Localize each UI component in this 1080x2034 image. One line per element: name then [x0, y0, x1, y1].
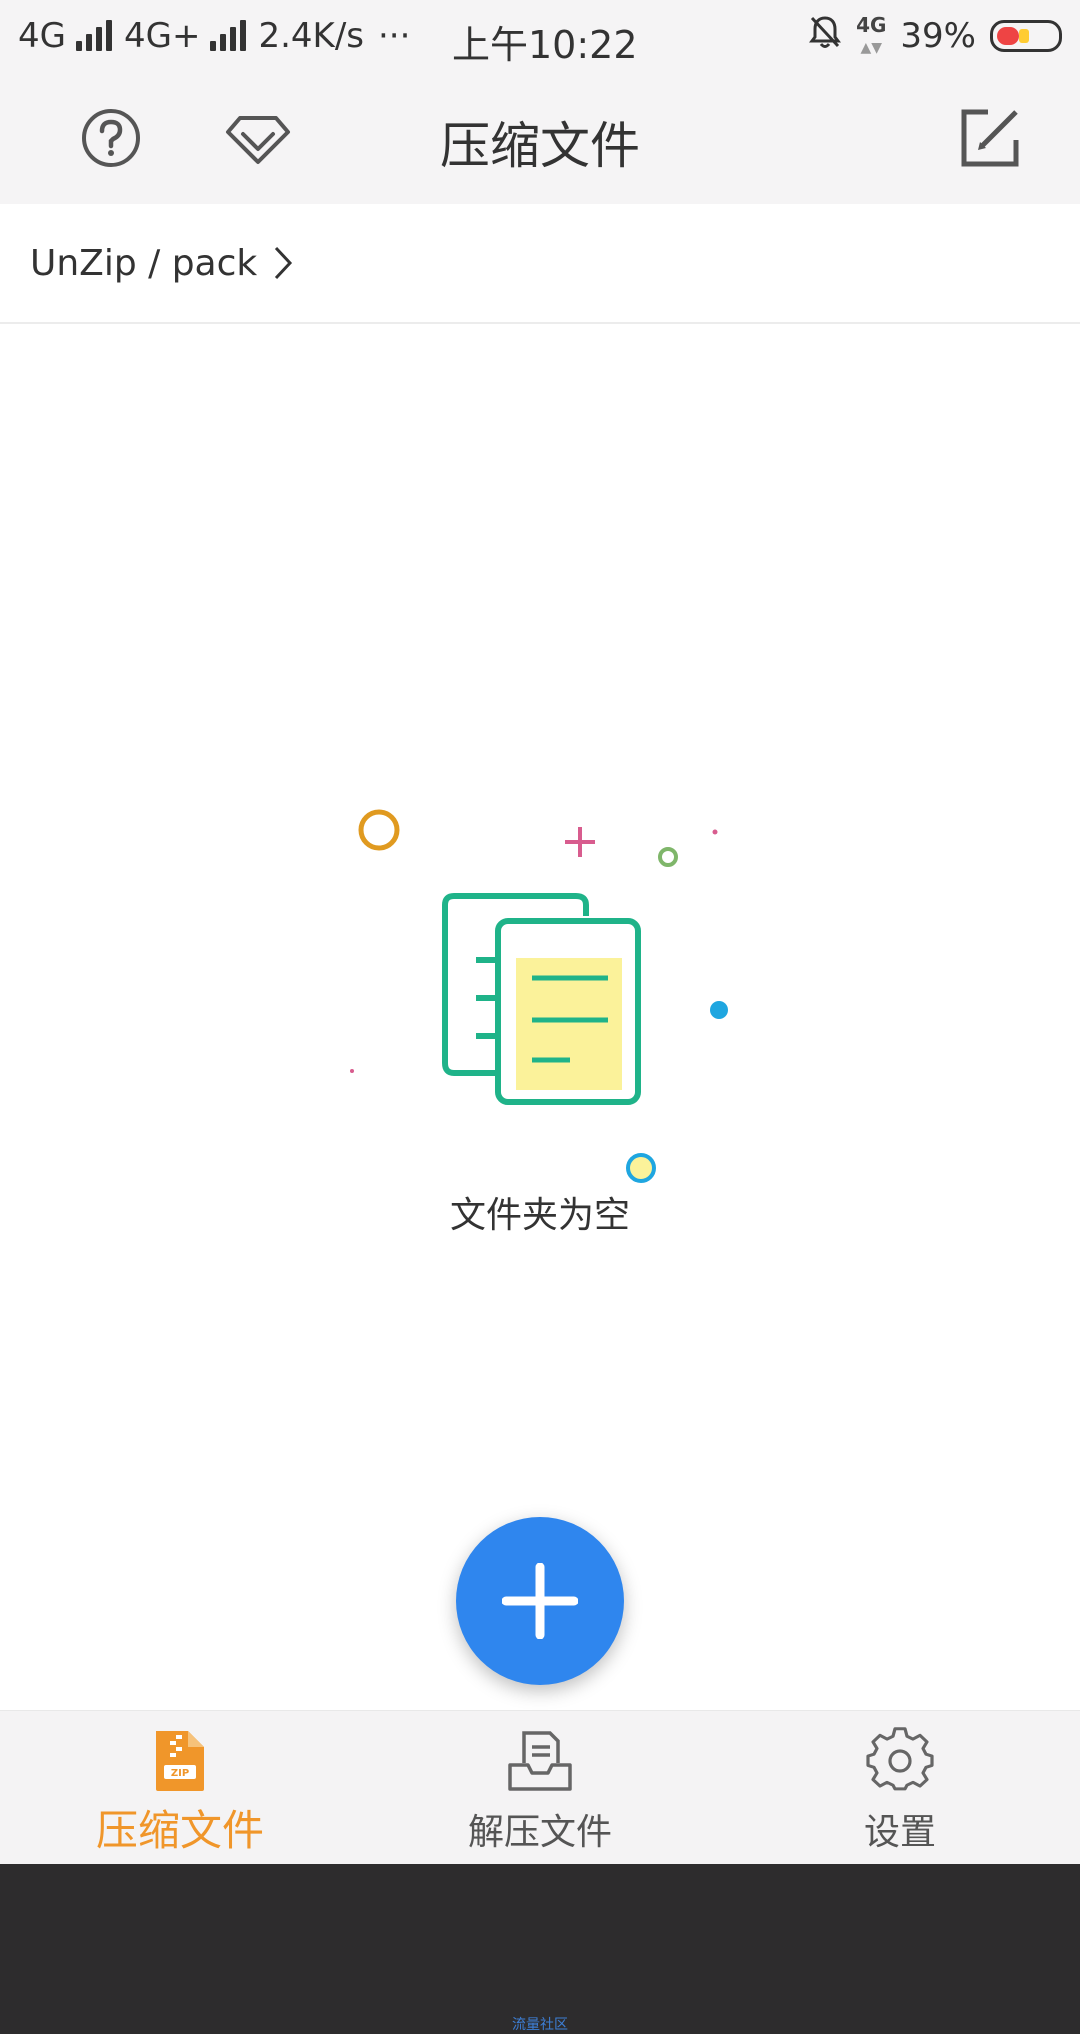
status-left: 4G 4G+ 2.4K/s ··· [18, 16, 410, 56]
svg-text:ZIP: ZIP [171, 1768, 189, 1779]
bottom-nav: ZIP 压缩文件 解压文件 设置 [0, 1710, 1080, 1864]
battery-icon [990, 20, 1062, 52]
zip-file-icon: ZIP [156, 1731, 204, 1791]
status-bar: 4G 4G+ 2.4K/s ··· 上午10:22 4G ▲▼ 39% [0, 0, 1080, 72]
decor-dot-pink [712, 829, 718, 835]
decor-plus-pink [565, 827, 595, 857]
empty-state-message: 文件夹为空 [449, 1195, 630, 1236]
nav-label-settings: 设置 [863, 1812, 936, 1853]
decor-circle-yellow [626, 1153, 656, 1183]
bell-muted-icon [808, 14, 842, 59]
watermark-text: 流量社区 [512, 2017, 568, 2033]
edit-icon [961, 109, 1019, 167]
signal-icon [210, 20, 247, 51]
breadcrumb-path: UnZip / pack [30, 242, 258, 284]
breadcrumb[interactable]: UnZip / pack [0, 204, 1080, 324]
nav-item-extract[interactable]: 解压文件 [360, 1711, 720, 1865]
decor-circle-green [658, 847, 678, 867]
app-bar: 压缩文件 [0, 72, 1080, 204]
more-indicator: ··· [378, 16, 411, 56]
network-type-2: 4G+ [123, 16, 201, 56]
empty-folder-illustration [350, 809, 728, 1183]
decor-circle-orange [358, 809, 400, 851]
plus-icon [502, 1563, 578, 1639]
network-speed: 2.4K/s [258, 16, 364, 56]
decor-dot-pink-small [350, 1069, 354, 1073]
system-nav-bar: 流量社区 [0, 1864, 1080, 2034]
edit-button[interactable] [950, 98, 1030, 178]
add-button[interactable] [456, 1517, 624, 1685]
data-arrows-icon: ▲▼ [860, 39, 883, 56]
status-time: 上午10:22 [452, 23, 638, 67]
decor-dot-blue [710, 1001, 728, 1019]
battery-percent: 39% [900, 16, 976, 56]
nav-item-settings[interactable]: 设置 [720, 1711, 1080, 1865]
signal-icon [75, 20, 112, 51]
nav-label-compress: 压缩文件 [95, 1806, 264, 1855]
chevron-right-icon [271, 244, 295, 282]
documents-icon [442, 893, 641, 1105]
nav-item-compress[interactable]: ZIP 压缩文件 [0, 1711, 360, 1865]
inbox-tray-icon [508, 1731, 572, 1791]
status-right: 4G ▲▼ 39% [808, 0, 1062, 72]
network-type-3: 4G ▲▼ [856, 12, 887, 56]
gear-icon [866, 1727, 934, 1791]
network-type-1: 4G [18, 16, 66, 56]
page-title: 压缩文件 [440, 117, 640, 175]
nav-label-extract: 解压文件 [467, 1812, 612, 1853]
